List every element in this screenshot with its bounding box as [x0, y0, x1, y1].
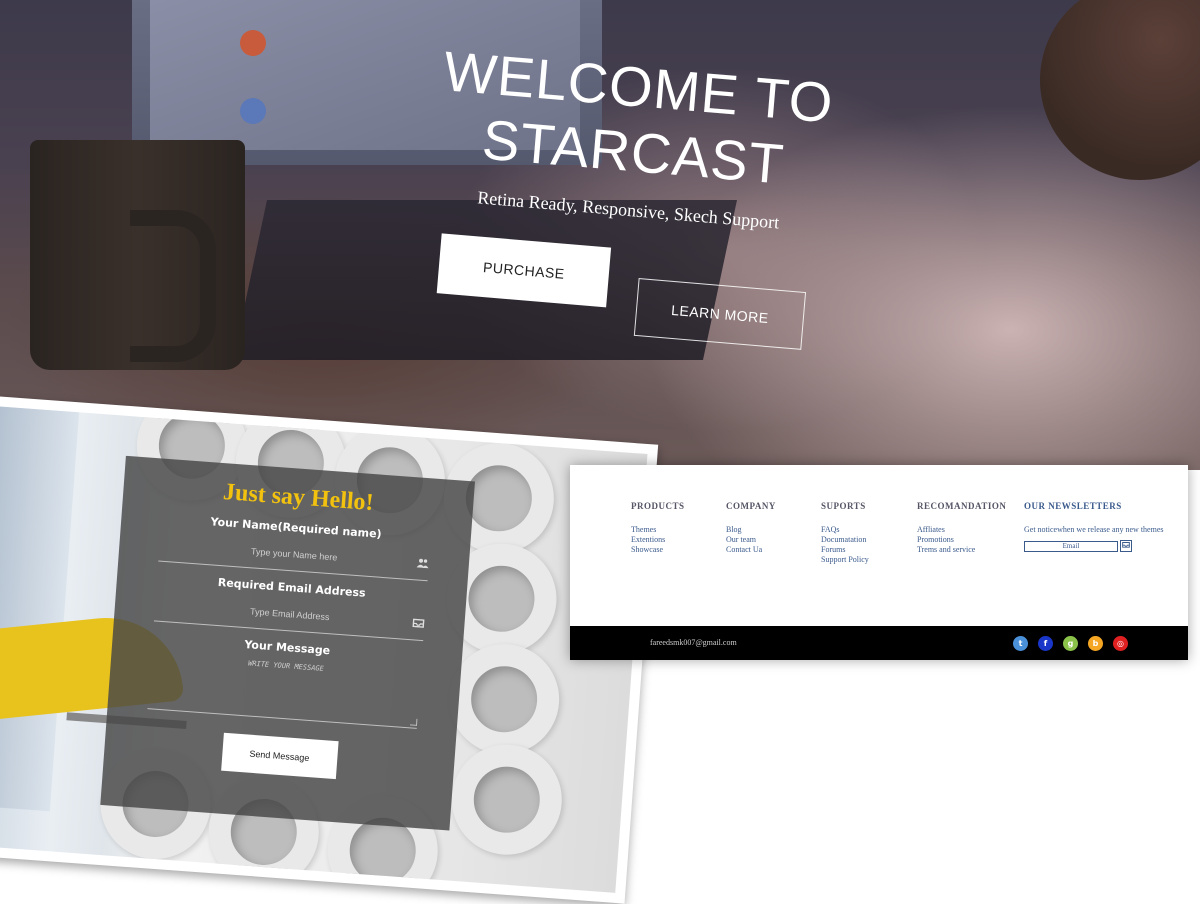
footer-link-documentation[interactable]: Documatation [821, 535, 869, 545]
hero-section: WELCOME TO STARCAST Retina Ready, Respon… [0, 0, 1200, 470]
footer-link-list: Themes Extentions Showcase [631, 525, 685, 555]
footer-heading: SUPORTS [821, 501, 866, 511]
wall-ring-image [445, 640, 564, 759]
footer-heading: COMPANY [726, 501, 776, 511]
newsletter-block: OUR NEWSLETTERS Get noticewhen we releas… [1024, 501, 1184, 552]
footer-link-list: Affliates Promotions Trems and service [917, 525, 1006, 555]
footer-link-promotions[interactable]: Promotions [917, 535, 1006, 545]
screen-icon [240, 98, 266, 124]
footer-bottom-bar: fareedsmk007@gmail.com t f g b ◎ [570, 626, 1188, 660]
footer-link-our-team[interactable]: Our team [726, 535, 776, 545]
blogger-icon[interactable]: b [1088, 636, 1103, 651]
footer-link-extentions[interactable]: Extentions [631, 535, 685, 545]
instagram-icon[interactable]: ◎ [1113, 636, 1128, 651]
inbox-icon[interactable] [1120, 540, 1132, 552]
footer-heading: RECOMANDATION [917, 501, 1007, 511]
footer-section: PRODUCTS Themes Extentions Showcase COMP… [570, 465, 1188, 660]
contact-form: Just say Hello! Your Name(Required name)… [100, 455, 475, 831]
mug-handle-image [130, 210, 216, 362]
purchase-button[interactable]: PURCHASE [436, 233, 612, 308]
footer-link-support-policy[interactable]: Support Policy [821, 555, 869, 565]
message-textarea[interactable] [150, 650, 419, 726]
learn-more-button[interactable]: LEARN MORE [633, 278, 807, 350]
users-icon [416, 558, 429, 569]
footer-link-list: FAQs Documatation Forums Support Policy [821, 525, 869, 565]
footer-link-blog[interactable]: Blog [726, 525, 776, 535]
office-background-image: Just say Hello! Your Name(Required name)… [0, 405, 648, 893]
window-image [0, 405, 79, 812]
footer-link-forums[interactable]: Forums [821, 545, 869, 555]
newsletter-heading: OUR NEWSLETTERS [1024, 501, 1122, 511]
hero-content: WELCOME TO STARCAST Retina Ready, Respon… [288, 3, 972, 377]
inbox-icon [412, 618, 425, 628]
footer-column-recommendation: RECOMANDATION Affliates Promotions Trems… [917, 501, 1006, 555]
newsletter-text: Get noticewhen we release any new themes [1024, 525, 1164, 534]
footer-link-affiliates[interactable]: Affliates [917, 525, 1006, 535]
footer-link-terms[interactable]: Trems and service [917, 545, 1006, 555]
footer-link-showcase[interactable]: Showcase [631, 545, 685, 555]
newsletter-form [1024, 540, 1184, 552]
footer-link-themes[interactable]: Themes [631, 525, 685, 535]
contact-section: Just say Hello! Your Name(Required name)… [0, 395, 659, 904]
google-plus-icon[interactable]: g [1063, 636, 1078, 651]
footer-heading: PRODUCTS [631, 501, 685, 511]
send-message-button[interactable]: Send Message [220, 732, 339, 780]
resize-handle[interactable] [409, 718, 418, 726]
footer-email[interactable]: fareedsmk007@gmail.com [650, 638, 737, 647]
newsletter-email-input[interactable] [1024, 540, 1118, 552]
social-links: t f g b ◎ [1013, 636, 1128, 651]
message-field-wrapper [147, 650, 422, 729]
facebook-icon[interactable]: f [1038, 636, 1053, 651]
footer-column-products: PRODUCTS Themes Extentions Showcase [631, 501, 685, 555]
footer-link-contact[interactable]: Contact Ua [726, 545, 776, 555]
twitter-icon[interactable]: t [1013, 636, 1028, 651]
footer-link-list: Blog Our team Contact Ua [726, 525, 776, 555]
wall-ring-image [447, 740, 566, 859]
person-image [1040, 0, 1200, 180]
footer-column-supports: SUPORTS FAQs Documatation Forums Support… [821, 501, 869, 565]
screen-icon [240, 30, 266, 56]
footer-link-faqs[interactable]: FAQs [821, 525, 869, 535]
footer-column-company: COMPANY Blog Our team Contact Ua [726, 501, 776, 555]
footer-inner: PRODUCTS Themes Extentions Showcase COMP… [570, 465, 1188, 660]
